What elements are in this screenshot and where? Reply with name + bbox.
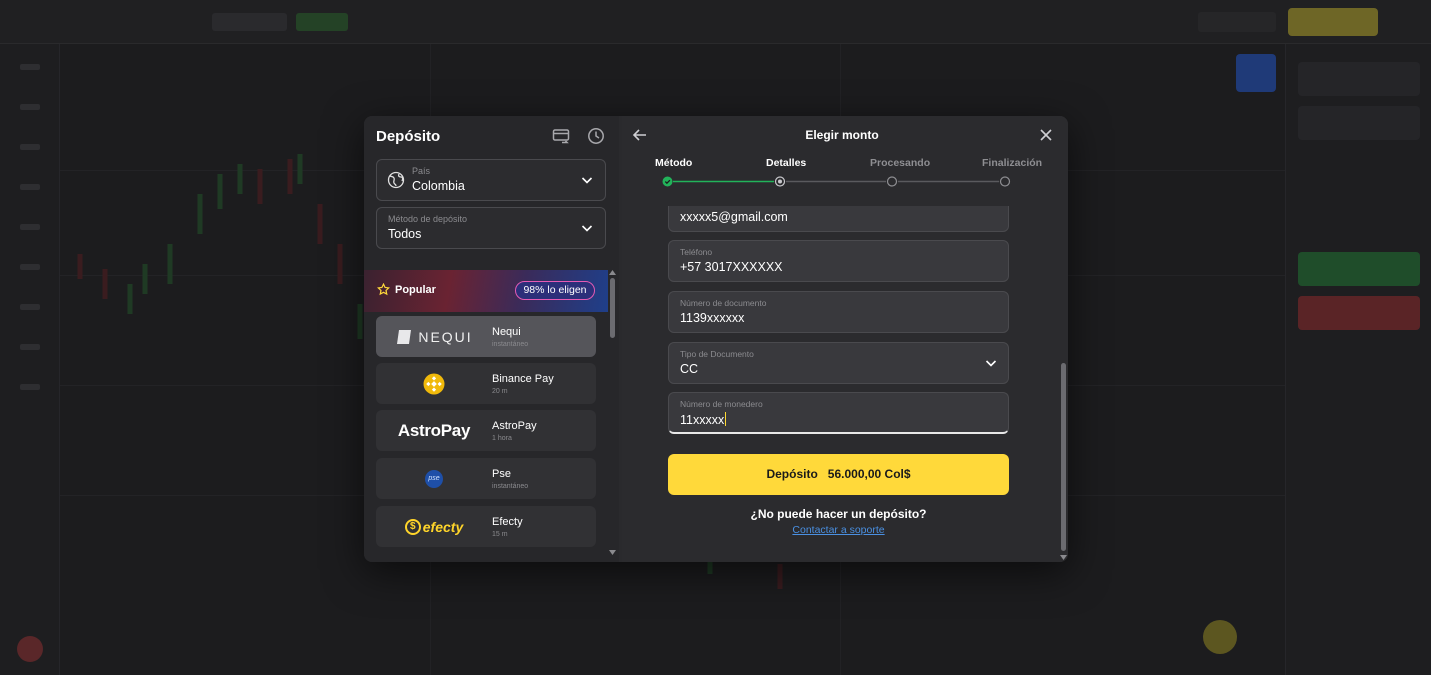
binance-logo xyxy=(376,363,492,404)
chevron-down-icon xyxy=(581,177,593,184)
background-payout-badge xyxy=(296,13,348,31)
document-number-value: 1139xxxxxx xyxy=(680,311,745,325)
background-sidebar-item xyxy=(20,184,40,190)
scroll-down-icon[interactable] xyxy=(1060,555,1067,560)
email-value: xxxxx5@gmail.com xyxy=(680,210,788,224)
amount-panel: Elegir monto Método Detalles Procesando … xyxy=(622,116,1068,562)
background-sidebar-item xyxy=(20,144,40,150)
method-item-pse[interactable]: pse Pse instantáneo xyxy=(376,458,596,499)
step-label-finalizacion: Finalización xyxy=(982,157,1043,169)
background-trade-panel xyxy=(1285,44,1431,675)
phone-label: Teléfono xyxy=(680,247,713,257)
background-deposit-button xyxy=(1288,8,1378,36)
method-item-nequi[interactable]: NEQUI Nequi instantáneo xyxy=(376,316,596,357)
background-sidebar-item xyxy=(20,384,40,390)
method-item-astropay[interactable]: AstroPay AstroPay 1 hora xyxy=(376,410,596,451)
method-time: instantáneo xyxy=(492,483,529,490)
method-name: Nequi xyxy=(492,326,521,338)
background-asset-selector xyxy=(212,13,287,31)
background-blue-button xyxy=(1236,54,1276,92)
chevron-down-icon xyxy=(985,360,997,367)
document-type-value: CC xyxy=(680,362,699,376)
form-scrollbar[interactable] xyxy=(1059,206,1068,562)
scroll-down-icon[interactable] xyxy=(609,550,616,555)
deposit-submit-button[interactable]: Depósito 56.000,00 Col$ xyxy=(668,454,1009,495)
close-icon[interactable] xyxy=(1038,127,1054,143)
country-select[interactable]: País Colombia xyxy=(376,159,606,201)
background-sidebar xyxy=(0,44,60,675)
payment-method-panel: Depósito País Colombia Método de depósit… xyxy=(364,116,619,562)
popular-label: Popular xyxy=(395,284,436,296)
deposit-title: Depósito xyxy=(376,128,441,145)
background-sidebar-item xyxy=(20,64,40,70)
country-value: Colombia xyxy=(412,179,465,193)
background-down-button xyxy=(1298,296,1420,330)
background-sidebar-item xyxy=(20,304,40,310)
background-balance xyxy=(1198,12,1276,32)
wallet-number-text: 11xxxxx xyxy=(680,413,725,427)
text-caret xyxy=(725,412,727,426)
phone-value: +57 3017XXXXXX xyxy=(680,260,783,274)
method-time: 1 hora xyxy=(492,435,512,442)
method-name: Efecty xyxy=(492,516,523,528)
scrollbar-thumb[interactable] xyxy=(1061,363,1066,551)
method-name: AstroPay xyxy=(492,420,537,432)
astropay-logo-text: AstroPay xyxy=(397,420,471,440)
method-time: 20 m xyxy=(492,388,508,395)
method-time: instantáneo xyxy=(492,341,529,348)
background-avatar xyxy=(17,636,43,662)
method-item-efecty[interactable]: $ efecty Efecty 15 m xyxy=(376,506,596,547)
background-sidebar-item xyxy=(20,224,40,230)
country-label: País xyxy=(412,166,431,176)
document-number-label: Número de documento xyxy=(680,298,767,308)
contact-support-link[interactable]: Contactar a soporte xyxy=(622,524,1055,536)
astropay-logo: AstroPay xyxy=(376,410,492,451)
step-label-procesando: Procesando xyxy=(870,157,931,169)
document-type-label: Tipo de Documento xyxy=(680,349,754,359)
deposit-modal: Depósito País Colombia Método de depósit… xyxy=(364,116,1068,562)
background-sidebar-item xyxy=(20,264,40,270)
help-question: ¿No puede hacer un depósito? xyxy=(750,507,927,521)
popularity-badge: 98% lo eligen xyxy=(515,281,595,300)
globe-icon xyxy=(387,171,405,189)
method-name: Binance Pay xyxy=(492,373,554,385)
document-number-field[interactable]: Número de documento 1139xxxxxx xyxy=(668,291,1009,333)
background-up-button xyxy=(1298,252,1420,286)
method-filter-select[interactable]: Método de depósito Todos xyxy=(376,207,606,249)
star-icon xyxy=(377,283,390,296)
chevron-down-icon xyxy=(581,225,593,232)
pse-logo-text: pse xyxy=(425,469,443,488)
step-label-detalles: Detalles xyxy=(766,157,807,169)
wallet-number-field[interactable]: Número de monedero 11xxxxx xyxy=(668,392,1009,434)
document-type-select[interactable]: Tipo de Documento CC xyxy=(668,342,1009,384)
dollar-icon: $ xyxy=(404,518,421,535)
method-filter-value: Todos xyxy=(388,227,422,241)
pse-logo: pse xyxy=(376,458,492,499)
method-list-scrollbar[interactable] xyxy=(608,270,618,562)
amount-title: Elegir monto xyxy=(805,128,879,142)
stepper-track xyxy=(662,176,1011,187)
step-label-metodo: Método xyxy=(655,157,693,169)
transfer-icon[interactable] xyxy=(552,127,570,145)
background-sidebar-item xyxy=(20,344,40,350)
popular-section-header: Popular 98% lo eligen xyxy=(364,270,608,312)
efecty-logo-text: efecty xyxy=(422,518,464,535)
phone-field[interactable]: Teléfono +57 3017XXXXXX xyxy=(668,240,1009,282)
background-support-button xyxy=(1203,620,1237,654)
history-icon[interactable] xyxy=(587,127,605,145)
method-item-binance-pay[interactable]: Binance Pay 20 m xyxy=(376,363,596,404)
method-time: 15 m xyxy=(492,531,508,538)
email-field[interactable]: xxxxx5@gmail.com xyxy=(668,206,1009,232)
scrollbar-thumb[interactable] xyxy=(610,278,615,338)
efecty-logo: $ efecty xyxy=(376,506,492,547)
wallet-number-label: Número de monedero xyxy=(680,399,763,409)
background-topbar xyxy=(0,0,1431,44)
wallet-number-value: 11xxxxx xyxy=(680,412,727,427)
nequi-logo-text: NEQUI xyxy=(418,328,473,345)
scroll-up-icon[interactable] xyxy=(609,270,616,275)
background-sidebar-item xyxy=(20,104,40,110)
method-name: Pse xyxy=(492,468,511,480)
method-filter-label: Método de depósito xyxy=(388,214,468,224)
nequi-logo: NEQUI xyxy=(376,316,492,357)
